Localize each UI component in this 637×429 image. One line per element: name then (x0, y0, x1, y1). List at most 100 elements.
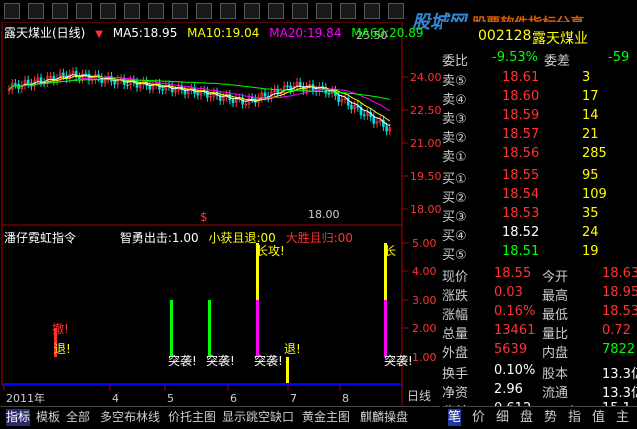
quote-tab[interactable]: 笔 (448, 409, 462, 426)
changgong-label: 长攻! (256, 244, 285, 258)
ask-label: 卖③ (442, 112, 467, 127)
tool-button[interactable] (76, 3, 92, 19)
tool-button[interactable] (52, 3, 68, 19)
tool-button[interactable] (124, 3, 140, 19)
bottom-tab[interactable]: 黄金主图 (302, 409, 350, 426)
candle-body (14, 83, 17, 85)
weicha-label: 委差 (544, 54, 571, 69)
ask-price: 18.61 (502, 70, 540, 85)
quote-tab[interactable]: 价 (472, 409, 485, 426)
candle-body (126, 84, 129, 86)
quote-tab[interactable]: 指 (568, 409, 581, 426)
ma20-label: MA20:19.84 (269, 26, 342, 40)
stat-label: 外盘 (442, 346, 469, 361)
bid-volume: 35 (582, 206, 599, 221)
tool-button[interactable] (220, 3, 236, 19)
time-axis: 2011年 4 5 6 7 8 (3, 385, 349, 405)
stat-row: 现价 18.55 今开 18.63 (442, 266, 637, 285)
stat-value: 5639 (494, 342, 528, 357)
ask-price: 18.56 (502, 146, 540, 161)
tool-button[interactable] (100, 3, 116, 19)
bid-label: 买⑤ (442, 248, 467, 263)
ask-price: 18.60 (502, 89, 540, 104)
candle-body (385, 126, 388, 132)
ask-price: 18.57 (502, 127, 540, 142)
bid-row: 买④ 18.52 24 (442, 225, 637, 244)
bid-label: 买③ (442, 210, 467, 225)
tui-label-2: 退! (284, 342, 301, 356)
candle-body (78, 76, 81, 80)
ask-row: 卖⑤ 18.61 3 (442, 70, 637, 89)
tuxi-label-1: 突袭! (168, 353, 197, 368)
bottom-tab[interactable]: 价托主图 (168, 409, 216, 426)
stock-name: 露天煤业 (532, 31, 588, 47)
ask-price: 18.59 (502, 108, 540, 123)
bid-price: 18.53 (502, 206, 540, 221)
bid-volume: 109 (582, 187, 607, 202)
bid-row: 买③ 18.53 35 (442, 206, 637, 225)
price-tick-label: 22.50 (410, 104, 442, 117)
bottom-tab[interactable]: 显示跳空缺口 (222, 409, 294, 426)
stat-row: 涨跌 0.03 最高 18.95 (442, 285, 637, 304)
indicator-bars (3, 243, 401, 385)
bid-price: 18.54 (502, 187, 540, 202)
price-tick-label: 18.00 (410, 203, 442, 216)
bid-row: 买② 18.54 109 (442, 187, 637, 206)
tool-button[interactable] (172, 3, 188, 19)
bottom-tab[interactable]: 模板 (36, 409, 60, 426)
candle-body (362, 114, 366, 116)
quote-tab[interactable]: 势 (544, 409, 557, 426)
stat-value: 18.55 (494, 266, 532, 281)
bottom-tab[interactable]: 多空布林线 (100, 409, 160, 426)
tool-button[interactable] (292, 3, 308, 19)
tool-button[interactable] (316, 3, 332, 19)
indicator-axis: 5.00 4.00 3.00 2.00 1.00 (402, 237, 437, 364)
stat-label: 现价 (442, 270, 469, 285)
tool-button[interactable] (364, 3, 380, 19)
signal-bar (384, 300, 387, 357)
stat-row: 外盘 5639 内盘 7822 (442, 342, 637, 361)
tool-button[interactable] (244, 3, 260, 19)
bid-price: 18.51 (502, 244, 540, 259)
ma60-label: MA60:20.89 (351, 26, 424, 40)
tuxi-label-2: 突袭! (206, 353, 235, 368)
ask-row: 卖② 18.57 21 (442, 127, 637, 146)
candle-body (286, 85, 289, 88)
stat-value: 18.63 (602, 266, 637, 281)
bid-label: 买④ (442, 229, 467, 244)
chang-label: 长 (384, 244, 396, 258)
bottom-tab[interactable]: 麒麟操盘 (360, 409, 408, 426)
ask-volume: 3 (582, 70, 591, 85)
bid-price: 18.52 (502, 225, 540, 240)
tool-button[interactable] (4, 3, 20, 19)
stat-value: 13461 (494, 323, 536, 338)
quote-tab[interactable]: 值 (592, 409, 605, 426)
signal-bar (208, 300, 211, 357)
signal-bar (256, 300, 259, 357)
indicator-l3: 大胜且归:00 (285, 231, 353, 245)
bottom-tab[interactable]: 指标 (6, 409, 31, 426)
candle-body (26, 79, 30, 84)
quote-tab[interactable]: 细 (496, 409, 509, 426)
tool-button[interactable] (340, 3, 356, 19)
candle-body (250, 97, 254, 100)
time-tick-label: 6 (230, 392, 237, 405)
candle-body (62, 72, 65, 76)
candle-body (231, 99, 235, 104)
chart-title: 露天煤业(日线) (4, 26, 86, 40)
candle-body (263, 92, 267, 97)
stat-label: 最高 (542, 289, 569, 304)
quote-tab[interactable]: 盘 (520, 409, 533, 426)
bottom-tab[interactable]: 全部 (66, 409, 90, 426)
tool-button[interactable] (388, 3, 404, 19)
quote-tab[interactable]: 主 (616, 409, 629, 426)
stat-label: 净资 (442, 386, 469, 401)
tool-button[interactable] (268, 3, 284, 19)
ask-label: 卖⑤ (442, 74, 467, 89)
tool-button[interactable] (28, 3, 44, 19)
candle-body (113, 80, 116, 85)
tool-button[interactable] (196, 3, 212, 19)
tool-button[interactable] (148, 3, 164, 19)
ask-label: 卖② (442, 131, 467, 146)
stat-value: 0.16% (494, 304, 536, 319)
